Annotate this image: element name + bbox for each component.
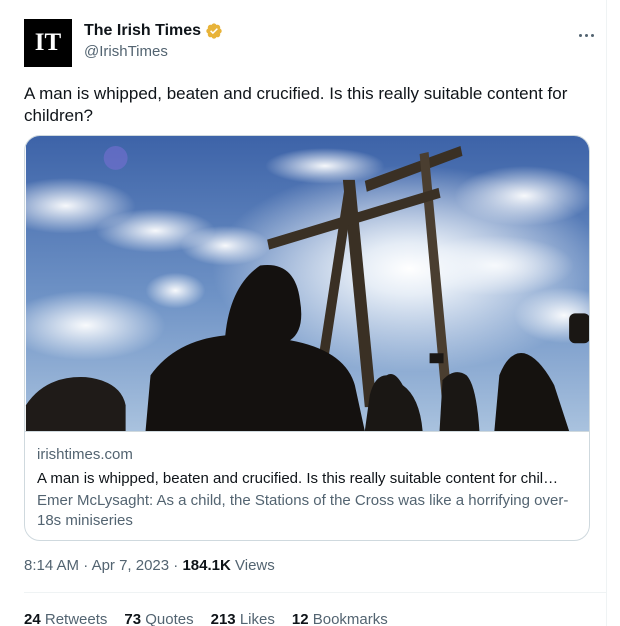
views-count: 184.1K xyxy=(182,557,231,574)
divider xyxy=(24,592,606,593)
tweet-header: IT The Irish Times @IrishTimes xyxy=(24,19,598,67)
tweet-time[interactable]: 8:14 AM xyxy=(24,557,79,574)
engagement-stats: 24 Retweets 73 Quotes 213 Likes 12 Bookm… xyxy=(24,611,388,626)
stat-count: 24 xyxy=(24,611,41,626)
timeline-border xyxy=(606,0,607,626)
likes-stat[interactable]: 213 Likes xyxy=(211,611,275,626)
card-domain[interactable]: irishtimes.com xyxy=(37,445,577,465)
author-names: The Irish Times @IrishTimes xyxy=(84,22,223,60)
stat-label: Retweets xyxy=(44,611,108,626)
stat-label: Likes xyxy=(239,611,275,626)
tweet-text: A man is whipped, beaten and crucified. … xyxy=(24,84,568,125)
stat-label: Bookmarks xyxy=(312,611,388,626)
card-title[interactable]: A man is whipped, beaten and crucified. … xyxy=(37,468,577,490)
quotes-stat[interactable]: 73 Quotes xyxy=(124,611,193,626)
tweet-meta: 8:14 AM · Apr 7, 2023 · 184.1K Views xyxy=(24,557,275,574)
views-label: Views xyxy=(235,557,275,574)
stat-count: 73 xyxy=(124,611,142,626)
more-options-icon[interactable] xyxy=(574,25,598,45)
display-name[interactable]: The Irish Times xyxy=(84,22,201,40)
bookmarks-stat[interactable]: 12 Bookmarks xyxy=(292,611,388,626)
meta-separator: · xyxy=(83,557,92,574)
stat-label: Quotes xyxy=(145,611,194,626)
stat-count: 213 xyxy=(210,611,236,626)
card-description: Emer McLysaght: As a child, the Stations… xyxy=(37,492,569,529)
avatar[interactable]: IT xyxy=(24,19,72,67)
tweet-date[interactable]: Apr 7, 2023 xyxy=(92,557,170,574)
link-card[interactable]: irishtimes.com A man is whipped, beaten … xyxy=(24,135,590,541)
card-body: irishtimes.com A man is whipped, beaten … xyxy=(37,445,577,531)
verified-badge-icon xyxy=(205,22,223,40)
card-image xyxy=(25,136,589,432)
retweets-stat[interactable]: 24 Retweets xyxy=(24,611,107,626)
display-name-row: The Irish Times xyxy=(84,22,223,40)
handle[interactable]: @IrishTimes xyxy=(84,43,223,60)
stat-count: 12 xyxy=(291,611,309,626)
